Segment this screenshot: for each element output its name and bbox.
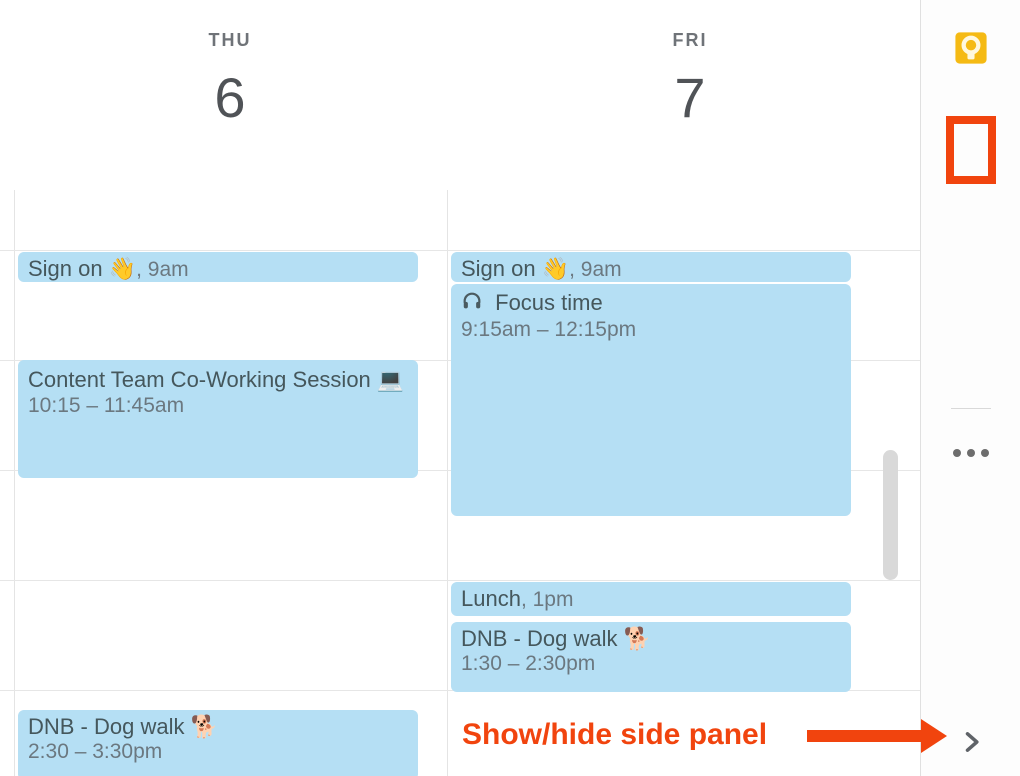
scrollbar-thumb[interactable] xyxy=(883,450,898,580)
event-title: DNB - Dog walk 🐕 xyxy=(28,714,408,740)
calendar-grid: THU 6 FRI 7 Sign on 👋, 9am Content Team xyxy=(0,0,920,776)
dow-label: FRI xyxy=(460,30,920,51)
app-maps[interactable] xyxy=(921,300,1020,400)
day-header-fri: FRI 7 xyxy=(460,0,920,190)
event-time: 9:15am – 12:15pm xyxy=(461,318,841,342)
headphones-icon xyxy=(461,290,483,318)
column-border xyxy=(14,190,15,776)
annotation-arrow-icon xyxy=(807,730,923,742)
event-title: Sign on 👋 xyxy=(28,256,136,281)
event-fri-signon[interactable]: Sign on 👋, 9am xyxy=(451,252,851,282)
event-fri-lunch[interactable]: Lunch, 1pm xyxy=(451,582,851,616)
side-panel-divider xyxy=(951,408,991,409)
hour-line xyxy=(0,250,920,251)
event-time: 9am xyxy=(148,258,189,281)
dot-icon xyxy=(953,449,961,457)
day-header-thu: THU 6 xyxy=(0,0,460,190)
annotation-highlight-box xyxy=(946,116,996,184)
keep-icon xyxy=(954,31,988,70)
dot-icon xyxy=(967,449,975,457)
event-time: 2:30 – 3:30pm xyxy=(28,740,408,764)
event-thu-signon[interactable]: Sign on 👋, 9am xyxy=(18,252,418,282)
event-fri-focus[interactable]: Focus time 9:15am – 12:15pm xyxy=(451,284,851,516)
event-title: Sign on 👋 xyxy=(461,256,569,281)
column-divider xyxy=(447,190,448,776)
day-number[interactable]: 7 xyxy=(460,65,920,130)
event-time: 10:15 – 11:45am xyxy=(28,394,408,418)
annotation-label: Show/hide side panel xyxy=(462,718,767,752)
event-time: 9am xyxy=(581,258,622,281)
chevron-right-icon xyxy=(957,728,985,761)
app-keep[interactable] xyxy=(921,0,1020,100)
event-title: Focus time xyxy=(461,290,841,318)
event-thu-cowork[interactable]: Content Team Co-Working Session 💻 10:15 … xyxy=(18,360,418,478)
app-contacts[interactable] xyxy=(921,200,1020,300)
event-title: Lunch xyxy=(461,586,521,611)
event-title: Content Team Co-Working Session 💻 xyxy=(28,366,408,394)
app-tasks[interactable] xyxy=(921,100,1020,200)
event-time: 1:30 – 2:30pm xyxy=(461,652,841,676)
more-apps-button[interactable] xyxy=(953,429,989,477)
dot-icon xyxy=(981,449,989,457)
dow-label: THU xyxy=(0,30,460,51)
day-headers: THU 6 FRI 7 xyxy=(0,0,920,190)
event-time: 1pm xyxy=(533,588,574,611)
side-panel xyxy=(920,0,1020,776)
day-number[interactable]: 6 xyxy=(0,65,460,130)
event-thu-walk[interactable]: DNB - Dog walk 🐕 2:30 – 3:30pm xyxy=(18,710,418,776)
calendar-body[interactable]: Sign on 👋, 9am Content Team Co-Working S… xyxy=(14,190,880,776)
event-title: DNB - Dog walk 🐕 xyxy=(461,626,841,652)
event-fri-walk[interactable]: DNB - Dog walk 🐕 1:30 – 2:30pm xyxy=(451,622,851,692)
event-title-text: Focus time xyxy=(495,290,603,315)
hour-line xyxy=(0,580,920,581)
